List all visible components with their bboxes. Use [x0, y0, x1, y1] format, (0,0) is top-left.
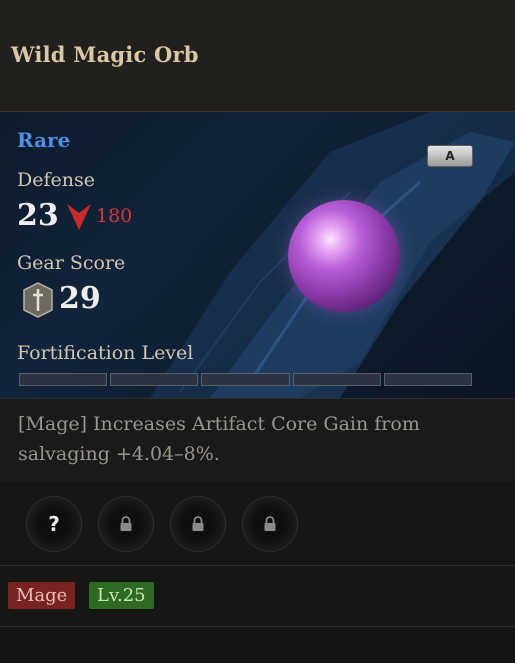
- gear-score-shield-icon: [23, 282, 53, 318]
- item-grade-badge: A: [427, 145, 473, 167]
- tooltip-footer: [0, 627, 515, 663]
- level-tag: Lv.25: [89, 582, 154, 609]
- gear-score-label: Gear Score: [17, 252, 126, 274]
- stat-decrease-icon: [67, 204, 91, 230]
- item-description-panel: [Mage] Increases Artifact Core Gain from…: [0, 398, 515, 483]
- item-stats-panel: Rare A Defense 23 180 Gear Score 29 Fort…: [0, 112, 515, 398]
- lock-icon: [192, 516, 204, 531]
- fortification-bar: [19, 373, 473, 386]
- socket-unknown[interactable]: ?: [26, 496, 82, 552]
- class-tag: Mage: [8, 582, 76, 609]
- socket-row: ?: [0, 482, 515, 566]
- defense-value: 23: [17, 198, 59, 233]
- fortification-label: Fortification Level: [17, 342, 194, 364]
- item-tooltip: Wild Magic Orb Rare A Defense 23 180 Gea…: [0, 0, 515, 663]
- fortification-segment: [110, 373, 199, 386]
- defense-label: Defense: [17, 169, 95, 191]
- question-icon: ?: [48, 512, 60, 536]
- defense-comparison-value: 180: [96, 205, 133, 227]
- socket-locked[interactable]: [98, 496, 154, 552]
- tag-row: Mage Lv.25: [0, 566, 515, 627]
- socket-locked[interactable]: [242, 496, 298, 552]
- fortification-segment: [201, 373, 290, 386]
- gear-score-value: 29: [59, 281, 101, 316]
- fortification-segment: [292, 373, 381, 386]
- socket-locked[interactable]: [170, 496, 226, 552]
- item-orb-image: [288, 200, 400, 312]
- tooltip-header: Wild Magic Orb: [0, 0, 515, 112]
- item-description: [Mage] Increases Artifact Core Gain from…: [18, 413, 420, 465]
- lock-icon: [264, 516, 276, 531]
- fortification-segment: [383, 373, 473, 386]
- fortification-segment: [19, 373, 108, 386]
- item-rarity: Rare: [17, 128, 71, 152]
- item-name: Wild Magic Orb: [11, 42, 199, 67]
- lock-icon: [120, 516, 132, 531]
